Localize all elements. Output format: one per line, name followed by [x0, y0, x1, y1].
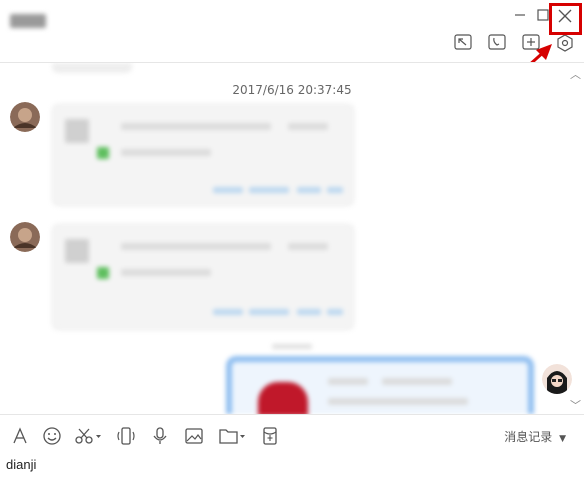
outgoing-timestamp-bar	[272, 344, 312, 349]
maximize-icon[interactable]	[537, 9, 549, 21]
image-icon[interactable]	[184, 426, 204, 446]
contact-name	[10, 14, 46, 28]
screenshot-icon[interactable]	[74, 426, 102, 446]
scroll-down-icon[interactable]: ﹀	[570, 397, 581, 413]
message-timestamp: 2017/6/16 20:37:45	[232, 83, 352, 97]
message-history-button[interactable]: 消息记录 ▼	[504, 428, 566, 445]
emoji-icon[interactable]	[42, 426, 62, 446]
red-packet-icon[interactable]	[260, 426, 280, 446]
message-card[interactable]	[52, 224, 354, 330]
scroll-up-icon[interactable]: ︿	[570, 66, 581, 82]
minimize-icon[interactable]	[514, 9, 526, 21]
voice-icon[interactable]	[150, 426, 170, 446]
previous-message-edge	[52, 63, 132, 73]
message-input[interactable]	[0, 452, 584, 487]
annotation-highlight-box	[549, 3, 582, 35]
outgoing-message-card[interactable]	[226, 356, 534, 416]
message-card[interactable]	[52, 104, 354, 206]
font-icon[interactable]	[10, 426, 30, 446]
message-input-text: dianji	[6, 457, 37, 472]
my-avatar	[542, 364, 572, 394]
contact-avatar	[10, 102, 40, 132]
chevron-down-icon: ▼	[559, 434, 566, 444]
file-icon[interactable]	[218, 426, 246, 446]
screen-share-icon[interactable]	[454, 34, 472, 52]
contact-avatar	[10, 222, 40, 252]
message-history-label: 消息记录	[504, 430, 553, 444]
shake-icon[interactable]	[116, 426, 136, 446]
